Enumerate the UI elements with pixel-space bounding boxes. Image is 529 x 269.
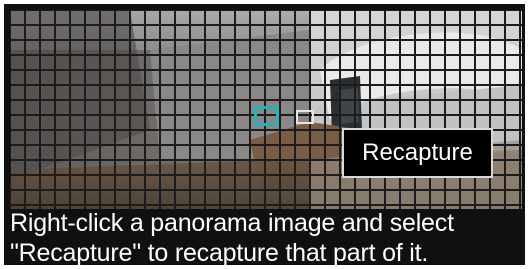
selected-tile[interactable]	[254, 106, 279, 126]
caption-line-1: Right-click a panorama image and select	[10, 209, 454, 237]
caption-line-2: "Recapture" to recapture that part of it…	[10, 239, 429, 265]
instruction-caption: Right-click a panorama image and select …	[10, 208, 525, 265]
hover-tile[interactable]	[296, 110, 314, 124]
recapture-label: Recapture	[362, 139, 473, 166]
panorama-help-figure: Recapture Right-click a panorama image a…	[4, 4, 525, 265]
recapture-menu-item[interactable]: Recapture	[342, 128, 493, 178]
